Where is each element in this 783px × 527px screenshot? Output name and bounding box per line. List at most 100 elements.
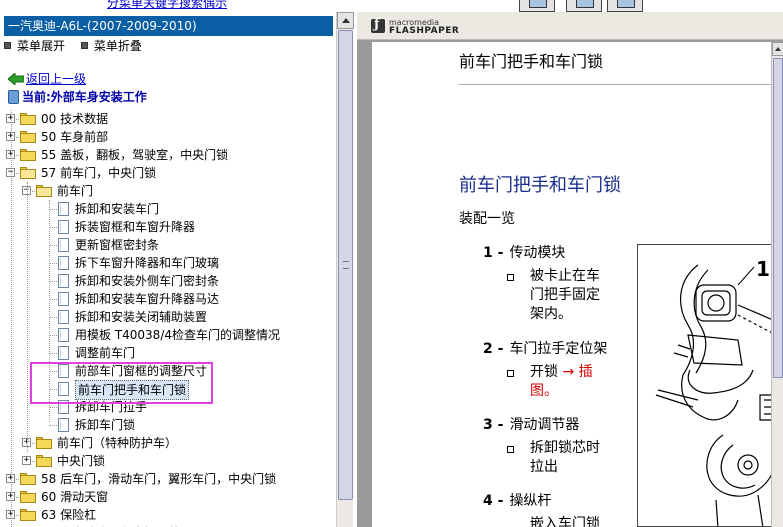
tree-item-label[interactable]: 55 盖板，翻板，驾驶室，中央门锁 xyxy=(41,146,228,164)
document-page-icon xyxy=(58,328,69,342)
tree-item[interactable]: +58 后车门，滑动车门，翼形车门，中央门锁 xyxy=(0,470,336,488)
document-page-icon xyxy=(58,256,69,270)
tree-item[interactable]: + 前车门（特种防护车） xyxy=(0,434,336,452)
document-page-icon xyxy=(58,202,69,216)
tree-item-label[interactable]: 拆卸和安装关闭辅助装置 xyxy=(75,308,207,326)
expand-all-link[interactable]: 菜单展开 xyxy=(17,37,65,54)
tree-item[interactable]: 拆卸和安装车门 xyxy=(0,200,336,218)
item-line: 拉出 xyxy=(530,459,558,475)
folder-icon xyxy=(36,455,52,467)
scroll-up-button[interactable] xyxy=(337,12,354,29)
folder-icon xyxy=(20,131,36,143)
header-rule xyxy=(459,84,783,85)
navigation-scrollbar[interactable] xyxy=(336,12,354,527)
tree-item[interactable]: −57 前车门，中央门锁 xyxy=(0,164,336,182)
cross-reference-link-cont[interactable]: 图。 xyxy=(530,383,558,399)
document-stack-icon xyxy=(8,90,19,104)
item-text: 被卡止在车 门把手固定 架内。 xyxy=(530,267,600,324)
tree-item[interactable]: +00 技术数据 xyxy=(0,110,336,128)
scroll-thumb[interactable] xyxy=(338,30,353,500)
open-folder-icon xyxy=(36,185,52,197)
scroll-thumb[interactable] xyxy=(773,58,783,378)
item-heading: 3 - 滑动调节器 xyxy=(483,414,579,434)
checkbox-bullet-icon xyxy=(507,370,514,377)
tree-item-label[interactable]: 中央门锁 xyxy=(57,452,105,470)
scroll-up-button[interactable] xyxy=(772,42,783,56)
brand-bottom-text: FLASHPAPER xyxy=(389,26,460,36)
tree-item-label[interactable]: 50 车身前部 xyxy=(41,128,108,146)
current-location-label: 当前:外部车身安装工作 xyxy=(22,90,147,104)
tree-item[interactable]: 拆卸和安装车窗升降器马达 xyxy=(0,290,336,308)
tree-item[interactable]: +60 滑动天窗 xyxy=(0,488,336,506)
cross-reference-link[interactable]: 插 xyxy=(579,364,593,380)
tree-item-label[interactable]: 57 前车门，中央门锁 xyxy=(41,164,156,182)
flashpaper-logo-icon xyxy=(371,17,385,33)
tree-item-label[interactable]: 调整前车门 xyxy=(75,344,135,362)
tree-item[interactable]: 拆卸和安装外侧车门密封条 xyxy=(0,272,336,290)
window-icon xyxy=(529,0,547,8)
door-lock-drawing xyxy=(655,264,779,526)
toolbar-button-2[interactable] xyxy=(566,0,602,12)
arrow-up-icon xyxy=(775,47,781,51)
tree-item[interactable]: +63 保险杠 xyxy=(0,506,336,524)
item-title: 传动模块 xyxy=(509,245,566,261)
tree-item-label[interactable]: 60 滑动天窗 xyxy=(41,488,108,506)
tree-item-label[interactable]: 拆卸和安装外侧车门密封条 xyxy=(75,272,219,290)
folder-icon xyxy=(20,509,36,521)
item-number: 3 - xyxy=(483,417,504,433)
arrow-up-icon xyxy=(342,18,350,23)
keyword-search-link[interactable]: 分菜单关键字搜索偶示 xyxy=(107,0,227,11)
tree-item[interactable]: 拆卸和安装关闭辅助装置 xyxy=(0,308,336,326)
document-page-icon xyxy=(58,310,69,324)
tree-item-label[interactable]: 拆卸和安装车窗升降器马达 xyxy=(75,290,219,308)
tree-item-label[interactable]: 00 技术数据 xyxy=(41,110,108,128)
item-line: 架内。 xyxy=(530,306,572,322)
tree-item-label[interactable]: 前车门（特种防护车） xyxy=(57,434,177,452)
tree-item-label[interactable]: 63 保险杠 xyxy=(41,506,96,524)
item-number: 2 - xyxy=(483,341,504,357)
document-scrollbar[interactable] xyxy=(771,42,783,527)
item-heading: 1 - 传动模块 xyxy=(483,242,565,262)
tree-item[interactable]: 拆卸车门锁 xyxy=(0,416,336,434)
toolbar-button-3[interactable] xyxy=(607,0,643,12)
tree-item-label[interactable]: 更新窗框密封条 xyxy=(75,236,159,254)
folder-icon xyxy=(20,113,36,125)
tree-item[interactable]: +50 车身前部 xyxy=(0,128,336,146)
checkbox-bullet-icon xyxy=(507,446,514,453)
tree-item[interactable]: 更新窗框密封条 xyxy=(0,236,336,254)
tree-item[interactable]: − 前车门 xyxy=(0,182,336,200)
document-page-icon xyxy=(58,220,69,234)
item-title: 滑动调节器 xyxy=(509,417,580,433)
item-text: 拆卸锁芯时 拉出 xyxy=(530,439,600,477)
collapse-all-link[interactable]: 菜单折叠 xyxy=(94,37,142,54)
tree-item-label[interactable]: 拆卸和安装车门 xyxy=(75,200,159,218)
door-lock-illustration: 1 xyxy=(637,244,783,527)
tree-item[interactable]: 拆下车窗升降器和车门玻璃 xyxy=(0,254,336,272)
tree-item-label[interactable]: 拆下车窗升降器和车门玻璃 xyxy=(75,254,219,272)
tree-item-label[interactable]: 前车门 xyxy=(57,182,93,200)
document-page-icon xyxy=(58,292,69,306)
item-title: 操纵杆 xyxy=(509,493,552,509)
item-text: 嵌入车门锁 xyxy=(530,515,600,527)
tree-item-label[interactable]: 拆卸车门锁 xyxy=(75,416,135,434)
tree-item[interactable]: +55 盖板，翻板，驾驶室，中央门锁 xyxy=(0,146,336,164)
tree-item-label[interactable]: 拆装窗框和车窗升降器 xyxy=(75,218,195,236)
tree-item[interactable]: 拆装窗框和车窗升降器 xyxy=(0,218,336,236)
tree-item-label[interactable]: 用模板 T40038/4检查车门的调整情况 xyxy=(75,326,280,344)
arrow-right-icon: → xyxy=(562,364,575,380)
item-line: 门把手固定 xyxy=(530,287,600,303)
annotation-highlight-box xyxy=(30,362,213,404)
tree-item[interactable]: 调整前车门 xyxy=(0,344,336,362)
square-bullet-icon xyxy=(80,42,88,49)
window-icon xyxy=(617,0,635,8)
tree-item-label[interactable]: 58 后车门，滑动车门，翼形车门，中央门锁 xyxy=(41,470,276,488)
tree-item[interactable]: 用模板 T40038/4检查车门的调整情况 xyxy=(0,326,336,344)
checkbox-bullet-icon xyxy=(507,274,514,281)
toolbar-button-1[interactable] xyxy=(519,0,555,12)
section-subtitle: 装配一览 xyxy=(459,211,515,227)
expand-icon[interactable]: + xyxy=(22,456,31,465)
item-title: 车门拉手定位架 xyxy=(509,341,608,357)
document-page-icon xyxy=(58,418,69,432)
back-link[interactable]: 返回上一级 xyxy=(26,70,86,88)
tree-item[interactable]: + 中央门锁 xyxy=(0,452,336,470)
